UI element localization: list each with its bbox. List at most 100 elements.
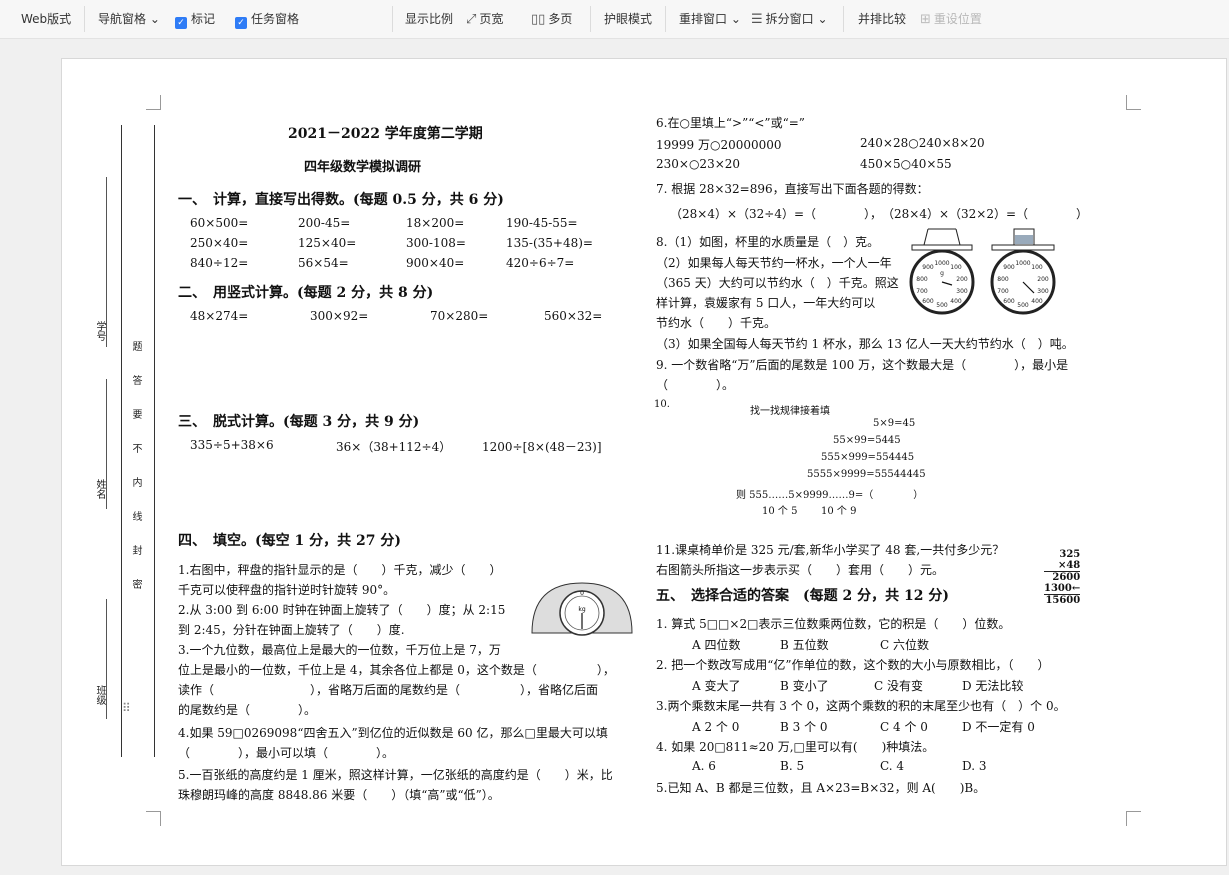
seal-text: 内 <box>130 477 141 487</box>
binding-line <box>154 125 155 757</box>
arrange-windows-dropdown[interactable]: 重排窗口 ⌄ <box>679 10 741 28</box>
question-text: （ ）。 <box>656 378 735 392</box>
question-text: 240×28○240×8×20 <box>860 136 985 150</box>
svg-text:kg: kg <box>578 606 585 613</box>
crop-mark <box>1126 95 1141 110</box>
calc-item: 1200÷[8×(48－23)] <box>482 440 602 454</box>
seal-text: 不 <box>130 443 141 453</box>
question-text: （365 天）大约可以节约水（ ）千克。照这 <box>656 276 899 290</box>
svg-text:800: 800 <box>997 276 1009 283</box>
name-label: 姓名 <box>94 479 105 499</box>
calc-item: 60×500= <box>190 216 249 230</box>
question-text: 2.从 3:00 到 6:00 时钟在钟面上旋转了（ ）度；从 2:15 <box>178 603 506 617</box>
fill-line <box>106 177 107 347</box>
calc-item: 560×32= <box>544 309 603 323</box>
question-text: 千克可以使秤盘的指针逆时针旋转 90°。 <box>178 583 396 597</box>
svg-text:600: 600 <box>922 298 934 305</box>
side-by-side-button[interactable]: 并排比较 <box>858 10 906 28</box>
question-text: （2）如果每人每天节约一杯水，一个人一年 <box>656 256 892 270</box>
fill-line <box>106 379 107 509</box>
class-label: 班级 <box>94 685 105 705</box>
question-text: 3.两个乘数末尾一共有 3 个 0，这两个乘数的积的末尾至少也有（ ）个 0。 <box>656 699 1066 713</box>
svg-text:0: 0 <box>580 590 584 597</box>
calc-item: 190-45-55= <box>506 216 578 230</box>
document-page: 学号 姓名 班级 题 答 要 不 内 线 封 密 ⠿ 2021－2022 学年度… <box>61 58 1227 866</box>
toolbar-separator <box>590 6 591 32</box>
reset-position-button[interactable]: ⊞ 重设位置 <box>920 10 982 28</box>
seal-text: 要 <box>130 409 141 419</box>
eye-protect-button[interactable]: 护眼模式 <box>604 10 652 28</box>
choice-option: A 四位数 <box>692 638 741 652</box>
question-text: 5.已知 A、B 都是三位数，且 A×23=B×32，则 A( )B。 <box>656 781 986 795</box>
calc-item: 900×40= <box>406 256 465 270</box>
svg-text:900: 900 <box>1003 264 1015 271</box>
toolbar-separator <box>665 6 666 32</box>
question-text: （ ），最小可以填（ ）。 <box>178 746 395 760</box>
calc-item: 840÷12= <box>190 256 249 270</box>
pattern-row: 则 555……5×9999……9=（ ） <box>736 490 924 501</box>
task-pane-checkbox[interactable]: ✓ 任务窗格 <box>235 10 299 29</box>
svg-text:500: 500 <box>1017 302 1029 309</box>
calc-item: 18×200= <box>406 216 465 230</box>
calc-item: 250×40= <box>190 236 249 250</box>
svg-text:200: 200 <box>956 276 968 283</box>
question-text: 1. 算式 5□□×2□表示三位数乘两位数，它的积是（ ）位数。 <box>656 617 1011 631</box>
question-text: 样计算，袁媛家有 5 口人，一年大约可以 <box>656 296 876 310</box>
choice-option: B 五位数 <box>780 638 829 652</box>
pattern-row: 55×99=5445 <box>833 435 901 446</box>
zoom-button[interactable]: 显示比例 <box>405 10 453 28</box>
drag-handle-icon[interactable]: ⠿ <box>122 701 131 715</box>
split-window-dropdown[interactable]: ☰ 拆分窗口 ⌄ <box>751 10 828 28</box>
choice-option: B 变小了 <box>780 679 829 693</box>
multi-page-button[interactable]: ▯▯ 多页 <box>531 10 572 28</box>
svg-text:400: 400 <box>1031 298 1043 305</box>
question-text: 6.在○里填上“>”“<”或“=” <box>656 116 805 130</box>
markup-checkbox[interactable]: ✓ 标记 <box>175 10 215 29</box>
choice-option: D. 3 <box>962 759 987 773</box>
split-window-icon: ☰ <box>751 12 763 27</box>
question-number: 10. <box>654 399 670 410</box>
vertical-multiplication: 325 ×48 2600 1300← 15600 <box>1044 549 1081 606</box>
calc-item: 300×92= <box>310 309 369 323</box>
pattern-note: 10 个 9 <box>821 506 857 517</box>
nav-pane-dropdown[interactable]: 导航窗格 ⌄ <box>98 10 160 28</box>
seal-text: 封 <box>130 545 141 555</box>
svg-text:100: 100 <box>1031 264 1043 271</box>
calc-item: 36×（38+112÷4） <box>336 440 452 454</box>
svg-text:600: 600 <box>1003 298 1015 305</box>
multi-page-icon: ▯▯ <box>531 12 546 27</box>
choice-option: A 2 个 0 <box>692 720 740 734</box>
question-text: 230×○23×20 <box>656 157 741 171</box>
question-text: 珠穆朗玛峰的高度 8848.86 米要（ ）（填“高”或“低”）。 <box>178 788 500 802</box>
question-text: 节约水（ ）千克。 <box>656 316 777 330</box>
question-text: 19999 万○20000000 <box>656 138 782 152</box>
toolbar-separator <box>84 6 85 32</box>
web-layout-button[interactable]: Web版式 <box>21 10 71 28</box>
calc-item: 48×274= <box>190 309 249 323</box>
question-text: 8.（1）如图，杯里的水质量是（ ）克。 <box>656 235 880 249</box>
svg-text:1000: 1000 <box>1015 260 1030 267</box>
checkbox-checked-icon: ✓ <box>235 17 247 29</box>
seal-text: 题 <box>130 341 141 351</box>
section-2-heading: 二、 用竖式计算。(每题 2 分，共 8 分) <box>178 285 434 301</box>
chevron-down-icon: ⌄ <box>817 12 828 26</box>
page-width-button[interactable]: ⤢ 页宽 <box>466 10 503 28</box>
question-text: （28×4）×（32÷4）=（ ）， （28×4）×（32×2）=（ ） <box>670 207 1089 221</box>
question-text: 1.右图中，秤盘的指针显示的是（ ）千克，减少（ ） <box>178 563 502 577</box>
chevron-down-icon: ⌄ <box>149 12 160 26</box>
svg-text:500: 500 <box>936 302 948 309</box>
svg-text:800: 800 <box>916 276 928 283</box>
pattern-row: 5555×9999=55544445 <box>807 469 926 480</box>
section-1-heading: 一、 计算，直接写出得数。(每题 0.5 分，共 6 分) <box>178 192 504 208</box>
calc-item: 300-108= <box>406 236 466 250</box>
question-text: 7. 根据 28×32=896，直接写出下面各题的得数： <box>656 182 929 196</box>
reset-position-icon: ⊞ <box>920 12 931 27</box>
calc-item: 56×54= <box>298 256 349 270</box>
pattern-row: 5×9=45 <box>873 418 916 429</box>
question-text: 450×5○40×55 <box>860 157 952 171</box>
binding-line <box>121 125 122 757</box>
calc-item: 420÷6÷7= <box>506 256 575 270</box>
choice-option: C 六位数 <box>880 638 929 652</box>
choice-option: B. 5 <box>780 759 805 773</box>
kitchen-scales-figure: 1000 100 900 200 800 300 700 400 600 500… <box>909 228 1056 315</box>
